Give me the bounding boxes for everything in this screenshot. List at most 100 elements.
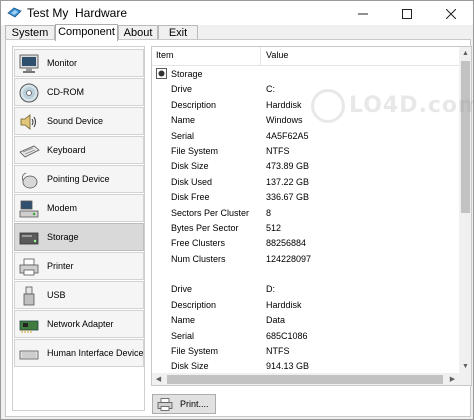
table-row[interactable]: Bytes Per Sector 512 [152,221,459,236]
row-value: Data [266,315,286,326]
device-item-usb[interactable]: USB [14,281,144,309]
vertical-scrollbar[interactable]: ▲ ▼ [459,47,471,373]
close-button[interactable] [429,1,473,25]
tab-label: Component [58,26,115,38]
tab-exit[interactable]: Exit [158,25,198,40]
table-row[interactable]: Disk Free 336.67 GB [152,190,459,205]
details-list-view[interactable]: Item Value Storage Drive C: Description Ha… [151,46,472,386]
table-row[interactable]: Drive D: [152,282,459,297]
table-row[interactable]: File System NTFS [152,144,459,159]
printer-icon [157,398,173,411]
row-item: Serial [171,130,195,141]
row-value: Harddisk [266,99,302,110]
device-item-human-interface-device[interactable]: Human Interface Device [14,339,144,367]
device-label: Pointing Device [47,174,110,184]
device-item-keyboard[interactable]: Keyboard [14,136,144,164]
column-header-value[interactable]: Value [266,50,288,60]
row-item: Drive [171,84,193,95]
row-item: File System [171,145,219,156]
row-value: Harddisk [266,299,302,310]
device-label: Sound Device [47,116,104,126]
row-value: 512 [266,222,282,233]
table-row[interactable]: Name Windows [152,113,459,128]
row-value: D: [266,284,275,295]
network-adapter-icon [18,314,40,336]
row-value: 88256884 [266,238,307,249]
table-row[interactable]: Disk Size 473.89 GB [152,159,459,174]
usb-icon [18,285,40,307]
device-label: Printer [47,261,74,271]
maximize-icon [402,5,412,20]
list-header: Item Value [152,47,459,66]
device-item-network-adapter[interactable]: Network Adapter [14,310,144,338]
scroll-right-arrow-icon[interactable]: ▶ [446,373,459,385]
device-item-sound-device[interactable]: Sound Device [14,107,144,135]
print-button-label: Print.... [180,399,209,409]
row-item: Disk Used [171,176,213,187]
table-row[interactable]: Sectors Per Cluster 8 [152,206,459,221]
tab-system[interactable]: System [5,25,55,40]
table-row[interactable]: Num Clusters 124228097 [152,252,459,267]
app-window: Test My Hardware System Component About [0,0,474,420]
tab-label: Exit [168,27,188,39]
device-label: Modem [47,203,78,213]
table-row[interactable]: Description Harddisk [152,298,459,313]
device-item-monitor[interactable]: Monitor [14,49,144,77]
column-divider[interactable] [260,47,261,65]
row-value: 685C1086 [266,330,308,341]
table-row[interactable]: Free Clusters 88256884 [152,236,459,251]
horizontal-scrollbar[interactable]: ◀ ▶ [152,373,459,385]
device-list: Monitor CD-ROM Sound Device Keyboard Poi… [12,46,145,411]
table-row[interactable] [152,267,459,282]
table-row[interactable]: Serial 4A5F62A5 [152,129,459,144]
row-item: File System [171,346,219,357]
scroll-up-arrow-icon[interactable]: ▲ [459,47,471,60]
group-label: Storage [171,69,203,79]
maximize-button[interactable] [385,1,429,25]
tab-component[interactable]: Component [55,24,118,41]
row-value: NTFS [266,346,290,357]
device-item-modem[interactable]: Modem [14,194,144,222]
row-item: Disk Free [171,192,210,203]
list-group-header[interactable]: Storage [152,67,459,82]
device-item-printer[interactable]: Printer [14,252,144,280]
row-item: Drive [171,284,193,295]
device-label: USB [47,290,66,300]
tab-strip: System Component About Exit [5,24,471,41]
table-row[interactable]: Serial 685C1086 [152,329,459,344]
horizontal-scroll-thumb[interactable] [167,375,443,384]
storage-icon [156,68,167,79]
device-item-pointing-device[interactable]: Pointing Device [14,165,144,193]
device-item-storage[interactable]: Storage [14,223,144,251]
device-label: Monitor [47,58,78,68]
row-item: Sectors Per Cluster [171,207,250,218]
scroll-down-arrow-icon[interactable]: ▼ [459,360,471,373]
column-header-item[interactable]: Item [156,50,174,60]
table-row[interactable]: Drive C: [152,82,459,97]
keyboard-icon [18,140,40,162]
scroll-left-arrow-icon[interactable]: ◀ [152,373,165,385]
mouse-icon [18,169,40,191]
row-item: Description [171,99,217,110]
print-button[interactable]: Print.... [152,394,216,414]
hid-icon [18,343,40,365]
storage-icon [18,227,40,249]
row-item: Name [171,115,196,126]
vertical-scroll-thumb[interactable] [461,61,470,213]
device-label: Keyboard [47,145,86,155]
table-row[interactable]: Description Harddisk [152,98,459,113]
table-row[interactable]: Name Data [152,313,459,328]
device-label: Storage [47,232,79,242]
speaker-icon [18,111,40,133]
minimize-button[interactable] [341,1,385,25]
row-item: Serial [171,330,195,341]
tab-about[interactable]: About [118,25,158,40]
row-value: 4A5F62A5 [266,130,309,141]
cdrom-icon [18,82,40,104]
table-row[interactable]: Disk Used 137.22 GB [152,175,459,190]
device-item-cdrom[interactable]: CD-ROM [14,78,144,106]
row-item: Disk Size [171,161,209,172]
table-row[interactable]: File System NTFS [152,344,459,359]
row-value: NTFS [266,145,290,156]
row-item: Free Clusters [171,238,226,249]
